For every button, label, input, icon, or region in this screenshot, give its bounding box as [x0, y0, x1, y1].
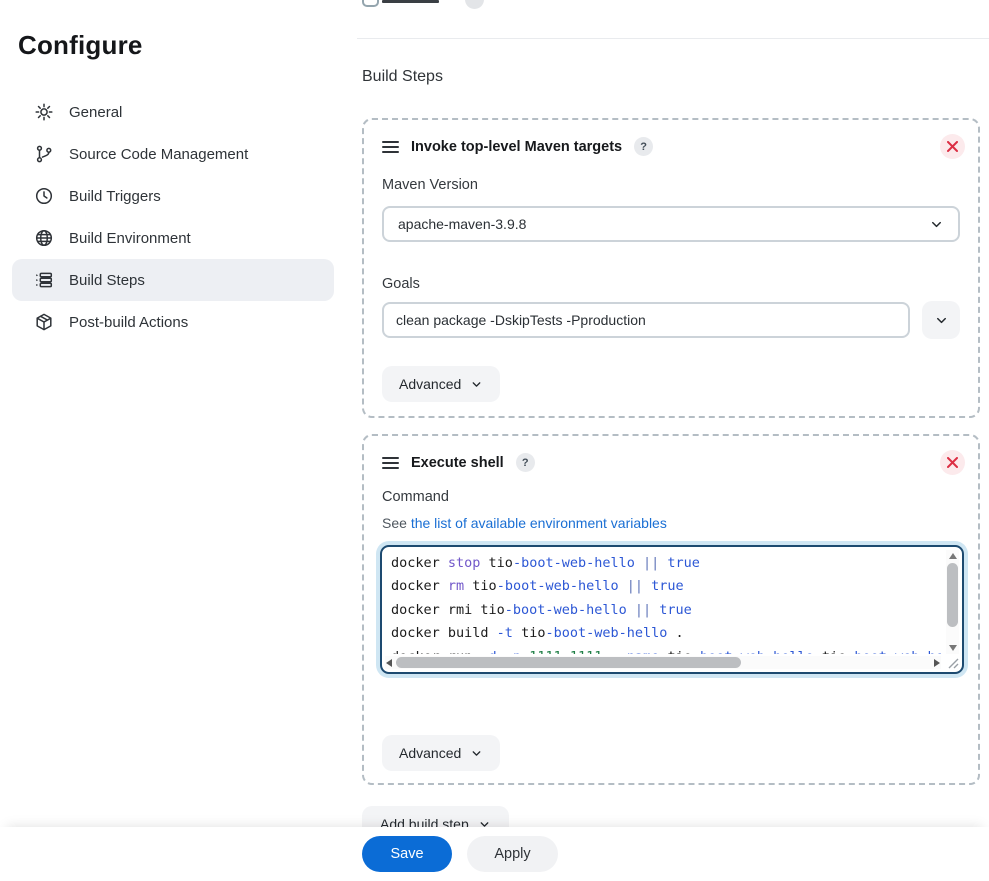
- code-line: docker stop tio-boot-web-hello || true: [391, 552, 941, 575]
- main-content: Build Steps Invoke top-level Maven targe…: [355, 0, 989, 881]
- advanced-button[interactable]: Advanced: [382, 366, 500, 402]
- sidebar-item-label: Build Environment: [69, 230, 191, 247]
- clipped-previous-section: [355, 0, 989, 10]
- build-step-card-maven: Invoke top-level Maven targets ? Maven V…: [362, 118, 980, 418]
- advanced-label: Advanced: [399, 376, 461, 392]
- maven-version-label: Maven Version: [382, 177, 478, 193]
- close-icon: [947, 141, 958, 152]
- clipped-label-text: [382, 0, 439, 3]
- code-line: docker run -d -p 1111:1111 --name tio-bo…: [391, 646, 941, 654]
- scroll-down-arrow-icon[interactable]: [949, 645, 957, 651]
- vertical-scrollbar-thumb[interactable]: [947, 563, 958, 627]
- goals-label: Goals: [382, 276, 420, 292]
- sidebar-item-label: General: [69, 104, 122, 121]
- sidebar-item-build-steps[interactable]: Build Steps: [12, 259, 334, 301]
- help-icon[interactable]: ?: [634, 137, 653, 156]
- chevron-down-icon: [470, 747, 483, 760]
- sidebar-item-build-environment[interactable]: Build Environment: [12, 217, 334, 259]
- code-text[interactable]: docker stop tio-boot-web-hello || truedo…: [391, 552, 941, 654]
- code-line: docker build -t tio-boot-web-hello .: [391, 622, 941, 645]
- code-line: docker rm tio-boot-web-hello || true: [391, 575, 941, 598]
- page-title: Configure: [18, 30, 143, 61]
- package-icon: [34, 312, 54, 332]
- drag-handle-icon[interactable]: [382, 457, 399, 469]
- clock-icon: [34, 186, 54, 206]
- list-icon: [34, 270, 54, 290]
- scroll-up-arrow-icon[interactable]: [949, 553, 957, 559]
- horizontal-scrollbar[interactable]: [385, 656, 941, 669]
- build-steps-heading: Build Steps: [362, 68, 443, 86]
- sidebar-item-label: Source Code Management: [69, 146, 248, 163]
- horizontal-scrollbar-thumb[interactable]: [396, 657, 741, 668]
- delete-step-button[interactable]: [940, 134, 965, 159]
- code-line: docker rmi tio-boot-web-hello || true: [391, 599, 941, 622]
- card-header: Invoke top-level Maven targets ?: [382, 137, 922, 156]
- build-step-card-shell: Execute shell ? Command See the list of …: [362, 434, 980, 785]
- sidebar-item-label: Post-build Actions: [69, 314, 188, 331]
- globe-icon: [34, 228, 54, 248]
- chevron-down-icon: [470, 378, 483, 391]
- maven-version-value: apache-maven-3.9.8: [398, 216, 526, 232]
- gear-icon: [34, 102, 54, 122]
- close-icon: [947, 457, 958, 468]
- advanced-label: Advanced: [399, 745, 461, 761]
- sidebar: Configure General Source Code Management B…: [0, 0, 355, 881]
- shell-command-editor[interactable]: docker stop tio-boot-web-hello || truedo…: [380, 545, 964, 674]
- drag-handle-icon[interactable]: [382, 141, 399, 153]
- clipped-checkbox[interactable]: [362, 0, 379, 7]
- section-divider: [357, 38, 989, 39]
- goals-expand-button[interactable]: [922, 301, 960, 339]
- advanced-button[interactable]: Advanced: [382, 735, 500, 771]
- footer-bar: Save Apply: [0, 827, 989, 881]
- sidebar-item-label: Build Triggers: [69, 188, 161, 205]
- vertical-scrollbar[interactable]: [946, 550, 959, 654]
- scroll-left-arrow-icon[interactable]: [386, 659, 392, 667]
- command-label: Command: [382, 489, 449, 505]
- chevron-down-icon: [934, 313, 949, 328]
- env-variables-link[interactable]: the list of available environment variab…: [411, 515, 667, 531]
- scroll-right-arrow-icon[interactable]: [934, 659, 940, 667]
- apply-button[interactable]: Apply: [467, 836, 558, 872]
- card-header: Execute shell ?: [382, 453, 922, 472]
- clipped-help-badge[interactable]: [465, 0, 484, 9]
- sidebar-item-build-triggers[interactable]: Build Triggers: [12, 175, 334, 217]
- save-button[interactable]: Save: [362, 836, 452, 872]
- branch-icon: [34, 144, 54, 164]
- delete-step-button[interactable]: [940, 450, 965, 475]
- configure-page: Configure General Source Code Management B…: [0, 0, 989, 881]
- step-title: Invoke top-level Maven targets: [411, 139, 622, 155]
- sidebar-item-source-code-management[interactable]: Source Code Management: [12, 133, 334, 175]
- goals-input[interactable]: [382, 302, 910, 338]
- maven-version-select[interactable]: apache-maven-3.9.8: [382, 206, 960, 242]
- resize-handle[interactable]: [946, 656, 959, 669]
- env-variables-hint: See the list of available environment va…: [382, 515, 667, 531]
- sidebar-nav: General Source Code Management Build Trigg…: [0, 91, 355, 343]
- hint-prefix: See: [382, 515, 407, 531]
- sidebar-item-label: Build Steps: [69, 272, 145, 289]
- sidebar-item-post-build-actions[interactable]: Post-build Actions: [12, 301, 334, 343]
- sidebar-item-general[interactable]: General: [12, 91, 334, 133]
- chevron-down-icon: [929, 217, 944, 232]
- step-title: Execute shell: [411, 455, 504, 471]
- help-icon[interactable]: ?: [516, 453, 535, 472]
